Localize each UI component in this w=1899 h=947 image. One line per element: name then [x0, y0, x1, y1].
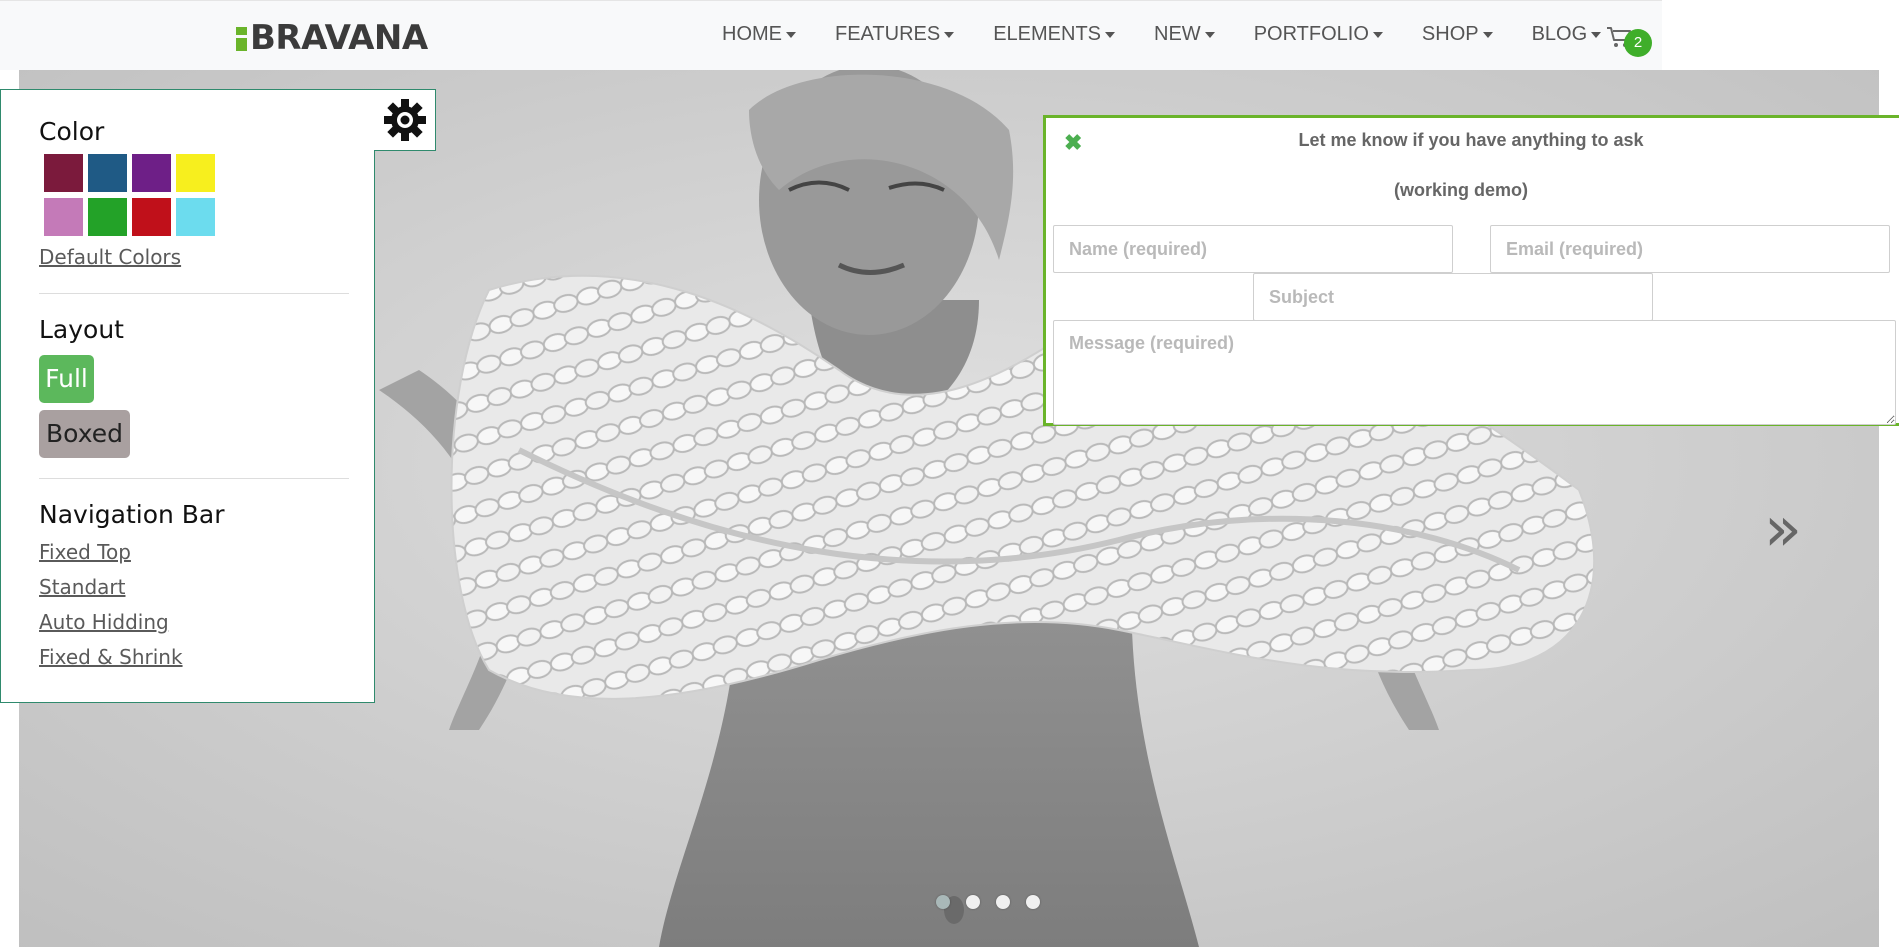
slider-dot[interactable]: [966, 895, 980, 909]
color-swatch[interactable]: [176, 154, 215, 192]
caret-down-icon: [1105, 31, 1116, 38]
nav-item-label: FEATURES: [835, 23, 941, 45]
logo-mark-icon: [236, 23, 248, 53]
color-swatch[interactable]: [132, 198, 171, 236]
name-input[interactable]: [1053, 225, 1453, 273]
site-header: BRAVANA HOME FEATURES ELEMENTS NEW PORTF…: [0, 0, 1899, 70]
navbar-fixed-top-link[interactable]: Fixed Top: [39, 540, 131, 564]
nav-item-shop[interactable]: SHOP: [1422, 23, 1493, 46]
color-swatch[interactable]: [88, 154, 127, 192]
slider-dot[interactable]: [1026, 895, 1040, 909]
color-swatch[interactable]: [88, 198, 127, 236]
caret-down-icon: [786, 31, 796, 38]
color-swatch[interactable]: [132, 154, 171, 192]
logo-text: BRAVANA: [250, 18, 428, 58]
contact-form-subtitle: (working demo): [1394, 180, 1528, 200]
layout-boxed-button[interactable]: Boxed: [39, 410, 130, 458]
nav-item-label: NEW: [1154, 23, 1201, 45]
divider: [39, 293, 349, 294]
divider: [39, 478, 349, 479]
caret-down-icon: [1591, 31, 1602, 38]
nav-item-new[interactable]: NEW: [1154, 23, 1215, 46]
slider-dot[interactable]: [996, 895, 1010, 909]
layout-heading: Layout: [39, 315, 124, 344]
site-logo[interactable]: BRAVANA: [236, 20, 428, 56]
color-heading: Color: [39, 117, 105, 146]
default-colors-link[interactable]: Default Colors: [39, 245, 181, 269]
nav-item-label: PORTFOLIO: [1253, 23, 1369, 45]
subject-input[interactable]: [1253, 273, 1653, 321]
email-input[interactable]: [1490, 225, 1890, 273]
color-swatch[interactable]: [44, 154, 83, 192]
caret-down-icon: [1482, 31, 1493, 38]
layout-full-button[interactable]: Full: [39, 355, 94, 403]
cart-button[interactable]: 2: [1606, 23, 1656, 57]
navbar-heading: Navigation Bar: [39, 500, 225, 529]
main-nav: HOME FEATURES ELEMENTS NEW PORTFOLIO SHO…: [722, 23, 1640, 46]
color-swatch[interactable]: [176, 198, 215, 236]
caret-down-icon: [1372, 31, 1383, 38]
color-swatch[interactable]: [44, 198, 83, 236]
cart-count-badge: 2: [1624, 29, 1652, 57]
nav-item-blog[interactable]: BLOG: [1532, 23, 1602, 46]
navbar-fixed-shrink-link[interactable]: Fixed & Shrink: [39, 645, 183, 669]
slider-dot[interactable]: [936, 895, 950, 909]
nav-item-label: ELEMENTS: [993, 23, 1102, 45]
nav-item-features[interactable]: FEATURES: [835, 23, 955, 46]
style-switcher-panel: Color Default Colors Layout Full Boxed N…: [0, 89, 375, 703]
navbar-auto-hidding-link[interactable]: Auto Hidding: [39, 610, 169, 634]
navbar-standart-link[interactable]: Standart: [39, 575, 125, 599]
contact-form-popup: ✖ Let me know if you have anything to as…: [1043, 115, 1899, 426]
caret-down-icon: [1204, 31, 1215, 38]
slider-next-arrow[interactable]: »: [1764, 498, 1802, 560]
style-switcher-toggle[interactable]: [374, 89, 436, 151]
contact-form-title: Let me know if you have anything to ask: [1298, 130, 1644, 150]
nav-item-label: SHOP: [1421, 23, 1479, 45]
nav-item-elements[interactable]: ELEMENTS: [993, 23, 1116, 46]
nav-item-home[interactable]: HOME: [722, 23, 796, 46]
gear-icon: [383, 99, 426, 141]
slider-pagination: [936, 895, 1056, 909]
nav-item-label: BLOG: [1531, 23, 1588, 45]
nav-item-label: HOME: [722, 23, 782, 45]
message-textarea[interactable]: [1053, 320, 1896, 425]
nav-item-portfolio[interactable]: PORTFOLIO: [1254, 23, 1383, 46]
navbar: BRAVANA HOME FEATURES ELEMENTS NEW PORTF…: [0, 0, 1662, 70]
caret-down-icon: [944, 31, 955, 38]
